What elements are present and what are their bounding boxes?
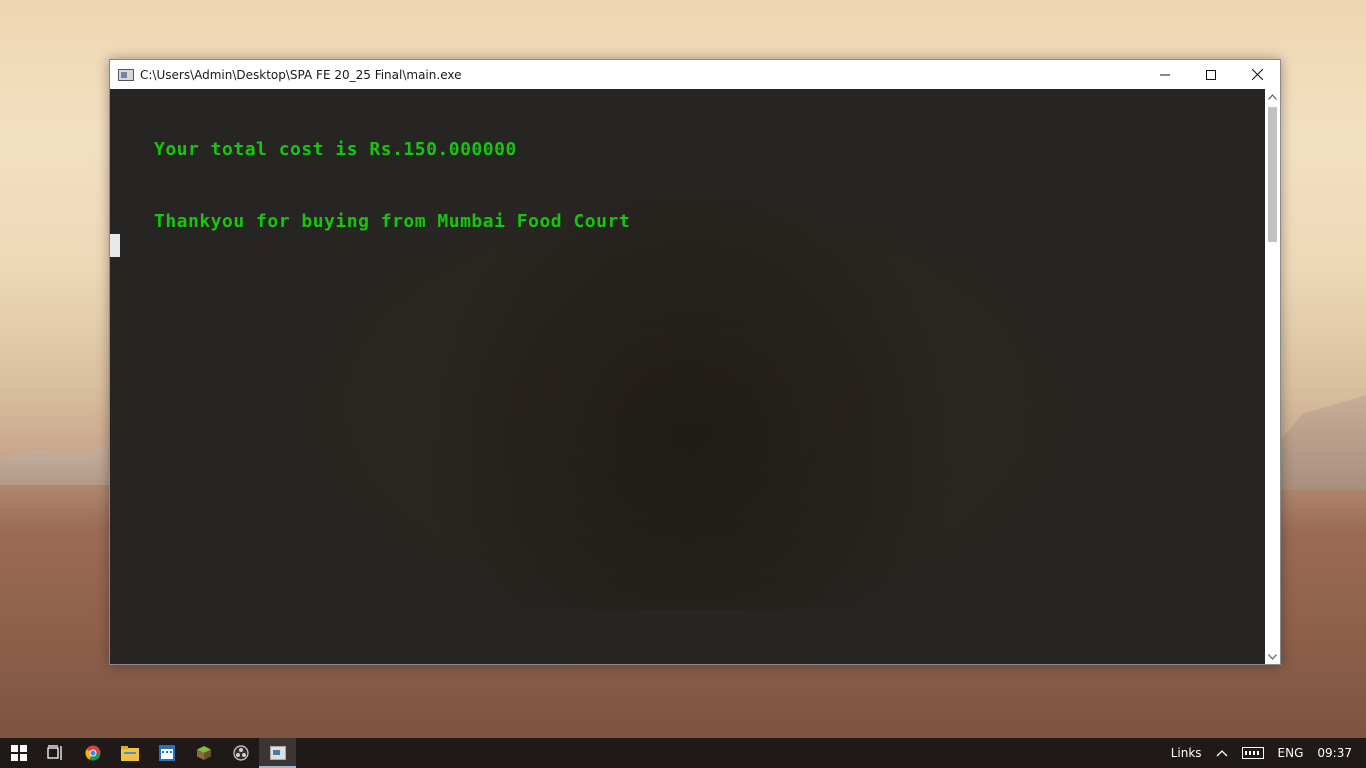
console-background-image <box>410 169 970 609</box>
minimize-button[interactable] <box>1142 60 1188 89</box>
window-title: C:\Users\Admin\Desktop\SPA FE 20_25 Fina… <box>140 67 462 82</box>
chevron-up-icon <box>1268 93 1277 100</box>
console-window[interactable]: C:\Users\Admin\Desktop\SPA FE 20_25 Fina… <box>109 59 1281 665</box>
maximize-button[interactable] <box>1188 60 1234 89</box>
chrome-taskbar-button[interactable] <box>74 738 111 768</box>
obs-icon <box>232 745 249 761</box>
touch-keyboard-icon[interactable] <box>1241 747 1264 759</box>
window-controls <box>1142 60 1280 89</box>
start-button[interactable] <box>0 738 37 768</box>
show-hidden-icons-chevron-icon[interactable] <box>1216 749 1228 757</box>
file-explorer-taskbar-button[interactable] <box>111 738 148 768</box>
windows-start-icon <box>10 745 27 761</box>
chevron-down-icon <box>1268 653 1277 660</box>
task-view-button[interactable] <box>37 738 74 768</box>
input-language-indicator[interactable]: ENG <box>1278 746 1304 760</box>
close-icon <box>1251 69 1263 80</box>
minecraft-taskbar-button[interactable] <box>185 738 222 768</box>
calendar-app-taskbar-button[interactable] <box>148 738 185 768</box>
links-toolbar[interactable]: Links <box>1171 746 1202 760</box>
system-tray: Links ENG 09:37 <box>1171 738 1366 768</box>
chrome-icon <box>84 745 100 761</box>
console-app-icon <box>118 68 134 81</box>
console-app-icon <box>269 746 286 760</box>
task-view-icon <box>46 745 62 760</box>
vertical-scrollbar[interactable] <box>1265 89 1280 664</box>
minimize-icon <box>1160 74 1170 75</box>
text-cursor <box>110 234 120 257</box>
console-taskbar-button[interactable] <box>259 738 296 768</box>
console-output-area[interactable]: Your total cost is Rs.150.000000 Thankyo… <box>110 89 1265 664</box>
window-titlebar[interactable]: C:\Users\Admin\Desktop\SPA FE 20_25 Fina… <box>110 60 1280 89</box>
scroll-up-button[interactable] <box>1265 89 1280 104</box>
console-line-thankyou: Thankyou for buying from Mumbai Food Cou… <box>154 211 631 232</box>
file-explorer-icon <box>120 745 139 761</box>
close-button[interactable] <box>1234 60 1280 89</box>
obs-taskbar-button[interactable] <box>222 738 259 768</box>
scroll-down-button[interactable] <box>1265 649 1280 664</box>
taskbar: Links ENG 09:37 <box>0 738 1366 768</box>
console-line-total-cost: Your total cost is Rs.150.000000 <box>154 139 517 160</box>
maximize-icon <box>1206 69 1216 80</box>
clock[interactable]: 09:37 <box>1317 746 1352 760</box>
minecraft-icon <box>196 746 211 760</box>
calendar-app-icon <box>158 745 175 761</box>
scroll-thumb[interactable] <box>1268 107 1277 242</box>
